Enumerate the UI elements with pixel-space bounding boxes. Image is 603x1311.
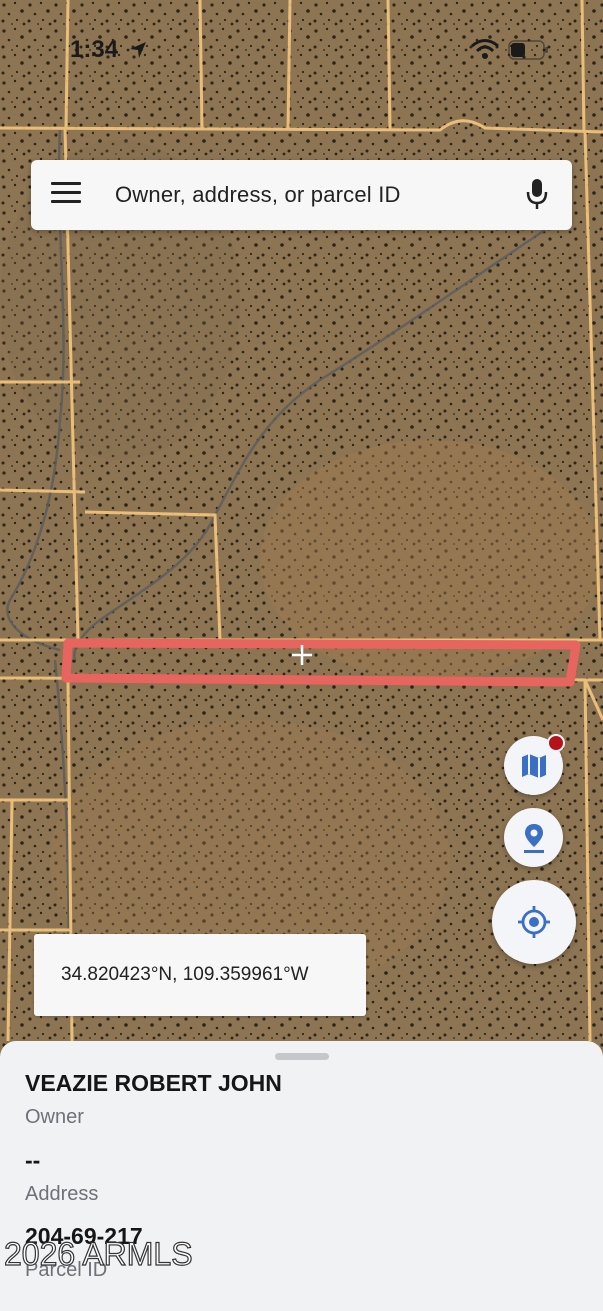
search-input[interactable]: Owner, address, or parcel ID (115, 182, 401, 208)
battery-icon (508, 40, 548, 60)
wifi-icon (471, 39, 499, 59)
owner-value: VEAZIE ROBERT JOHN (25, 1070, 282, 1096)
address-label: Address (25, 1183, 99, 1205)
address-value: -- (25, 1147, 41, 1173)
coordinates-text: 34.820423°N, 109.359961°W (61, 964, 309, 985)
map-layers-button[interactable] (504, 734, 565, 795)
notification-dot (547, 734, 565, 752)
status-time: 1:34 (70, 36, 119, 63)
hamburger-menu-icon[interactable] (51, 182, 81, 208)
owner-label: Owner (25, 1106, 84, 1128)
pin-icon (523, 823, 544, 853)
crosshair-location-icon (518, 906, 550, 938)
location-arrow-icon (130, 42, 146, 58)
status-bar: 1:34 (0, 32, 603, 68)
watermark: 2026 ARMLS (3, 1235, 193, 1272)
coordinates-display[interactable]: 34.820423°N, 109.359961°W (34, 934, 366, 1016)
microphone-icon[interactable] (525, 178, 549, 212)
my-location-button[interactable] (492, 880, 576, 964)
map-icon (521, 753, 546, 778)
search-bar[interactable]: Owner, address, or parcel ID (31, 160, 572, 230)
sheet-drag-handle[interactable] (275, 1053, 329, 1060)
drop-pin-button[interactable] (504, 808, 563, 867)
